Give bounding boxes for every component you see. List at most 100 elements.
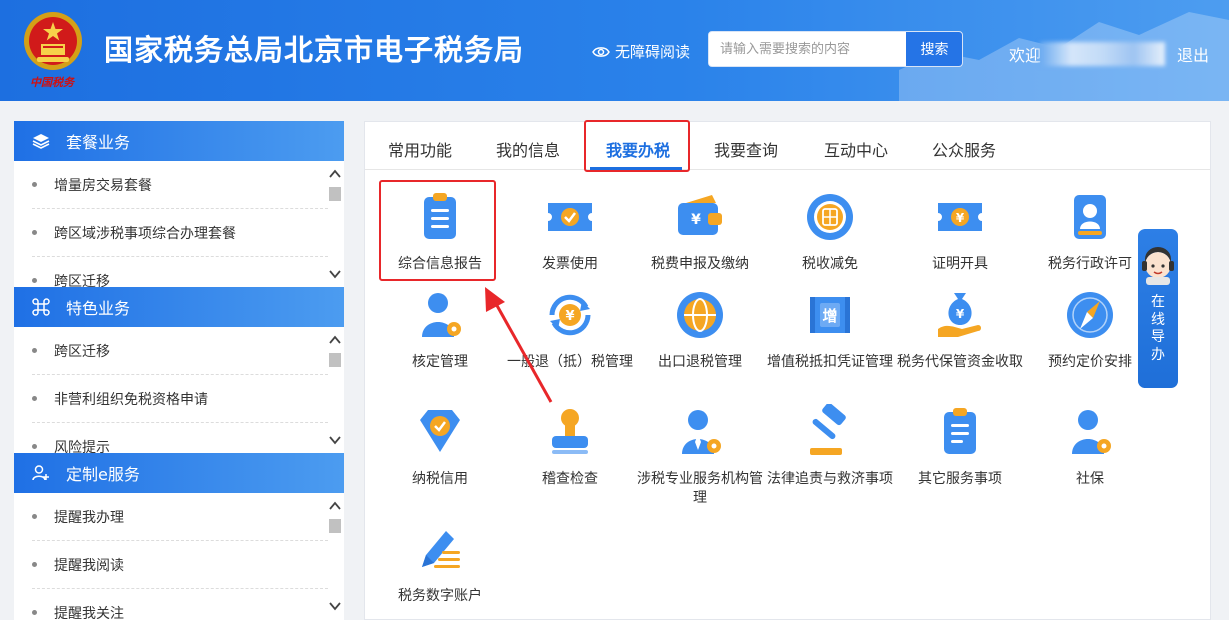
sidebar-item[interactable]: 跨区迁移 <box>32 257 328 288</box>
service-label: 法律追责与救济事项 <box>767 471 893 487</box>
svg-text:¥: ¥ <box>956 307 965 321</box>
ticket-yen-icon: ¥ <box>938 203 982 231</box>
scrollbar-thumb[interactable] <box>329 519 341 533</box>
pen-lines-icon <box>422 531 460 568</box>
scrollbar[interactable] <box>328 493 342 619</box>
vat-ticket-icon: 增 <box>810 297 850 333</box>
sidebar-section-header[interactable]: 定制e服务 <box>14 453 344 493</box>
sidebar-item[interactable]: 跨区迁移 <box>32 327 328 375</box>
tab-my-info[interactable]: 我的信息 <box>496 137 560 161</box>
sidebar-section-list: 跨区迁移 非营利组织免税资格申请 风险提示 <box>14 327 344 453</box>
sidebar-item[interactable]: 提醒我关注 <box>32 589 328 620</box>
sidebar-section-title: 特色业务 <box>66 299 131 318</box>
service-tile[interactable]: 发票使用 <box>505 189 635 274</box>
sidebar-item[interactable]: 跨区域涉税事项综合办理套餐 <box>32 209 328 257</box>
chevron-up-icon[interactable] <box>328 333 342 347</box>
redacted-username <box>1040 42 1165 66</box>
search-box: 搜索 <box>708 31 963 67</box>
service-tile[interactable]: 增 增值税抵扣凭证管理 <box>765 287 895 372</box>
tab-interaction-center[interactable]: 互动中心 <box>824 137 888 161</box>
national-emblem-icon <box>24 12 82 70</box>
service-tile[interactable]: ¥ 税费申报及缴纳 <box>635 189 765 274</box>
scrollbar[interactable] <box>328 161 342 287</box>
chevron-up-icon[interactable] <box>328 499 342 513</box>
service-tile[interactable]: 社保 <box>1025 404 1155 489</box>
service-tile[interactable]: 稽查检查 <box>505 404 635 489</box>
search-button[interactable]: 搜索 <box>905 32 962 66</box>
online-guide-char: 办 <box>1151 346 1165 363</box>
chevron-up-icon[interactable] <box>328 167 342 181</box>
service-tile[interactable]: 税收减免 <box>765 189 895 274</box>
service-tile[interactable]: ¥ 一般退（抵）税管理 <box>505 287 635 372</box>
site-title: 国家税务总局北京市电子税务局 <box>104 33 525 67</box>
chevron-down-icon[interactable] <box>328 599 342 613</box>
service-tile[interactable]: 税务数字账户 <box>375 521 505 606</box>
tab-query[interactable]: 我要查询 <box>714 137 778 161</box>
tab-common-functions[interactable]: 常用功能 <box>388 137 452 161</box>
highlight-box <box>379 180 496 281</box>
online-guide-char: 线 <box>1151 311 1165 328</box>
service-tile[interactable]: 涉税专业服务机构管理 <box>635 404 765 508</box>
globe-icon <box>677 292 723 338</box>
header: 中国税务 国家税务总局北京市电子税务局 无障碍阅读 搜索 欢迎 退出 <box>0 0 1229 101</box>
service-label: 证明开具 <box>932 256 988 272</box>
highlight-box <box>584 120 690 172</box>
sidebar-section-title: 定制e服务 <box>66 465 140 484</box>
sidebar-section-header[interactable]: 特色业务 <box>14 287 344 327</box>
user-add-icon <box>32 465 49 481</box>
agent-gear-icon <box>682 410 721 454</box>
service-label: 其它服务事项 <box>918 471 1002 487</box>
scrollbar-thumb[interactable] <box>329 187 341 201</box>
search-input[interactable] <box>709 32 905 66</box>
user-gear-icon <box>422 293 461 337</box>
online-guide-button[interactable]: 在线导办 <box>1138 229 1178 388</box>
sidebar-item[interactable]: 提醒我办理 <box>32 493 328 541</box>
service-label: 稽查检查 <box>542 471 598 487</box>
layers-icon <box>32 134 50 149</box>
service-tile[interactable]: 其它服务事项 <box>895 404 1025 489</box>
diamond-check-icon <box>420 410 460 452</box>
sidebar-section-list: 增量房交易套餐 跨区域涉税事项综合办理套餐 跨区迁移 <box>14 161 344 287</box>
sidebar-section-header[interactable]: 套餐业务 <box>14 121 344 161</box>
service-label: 预约定价安排 <box>1048 354 1132 370</box>
service-tile[interactable]: 核定管理 <box>375 287 505 372</box>
service-label: 社保 <box>1076 471 1104 487</box>
service-tile[interactable]: 预约定价安排 <box>1025 287 1155 372</box>
scrollbar[interactable] <box>328 327 342 453</box>
svg-text:¥: ¥ <box>956 211 965 225</box>
service-tile[interactable]: 税务行政许可 <box>1025 189 1155 274</box>
ticket-check-icon <box>548 203 592 231</box>
online-guide-label: 在线导办 <box>1138 294 1178 364</box>
service-tile[interactable]: ¥ 税务代保管资金收取 <box>895 287 1025 372</box>
chevron-down-icon[interactable] <box>328 267 342 281</box>
chevron-down-icon[interactable] <box>328 433 342 447</box>
refund-yen-icon: ¥ <box>549 294 591 336</box>
service-tile[interactable]: ¥ 证明开具 <box>895 189 1025 274</box>
slogan: 中国税务 <box>30 76 74 89</box>
svg-text:¥: ¥ <box>565 309 574 324</box>
accessibility-link[interactable]: 无障碍阅读 <box>592 41 690 62</box>
service-tile[interactable]: 法律追责与救济事项 <box>765 402 895 489</box>
stamp-icon <box>552 409 588 454</box>
coin-stack-icon <box>807 194 853 240</box>
scrollbar-thumb[interactable] <box>329 353 341 367</box>
sidebar-item[interactable]: 风险提示 <box>32 423 328 454</box>
service-tile[interactable]: 纳税信用 <box>375 404 505 489</box>
sidebar: 套餐业务 增量房交易套餐 跨区域涉税事项综合办理套餐 跨区迁移 特色业务 跨区迁… <box>14 121 344 620</box>
service-tile[interactable]: 出口退税管理 <box>635 287 765 372</box>
service-label: 涉税专业服务机构管理 <box>637 471 763 506</box>
tab-public-service[interactable]: 公众服务 <box>932 137 996 161</box>
sidebar-item[interactable]: 非营利组织免税资格申请 <box>32 375 328 423</box>
service-label: 核定管理 <box>412 354 468 370</box>
service-label: 税收减免 <box>802 256 858 272</box>
accessibility-label: 无障碍阅读 <box>615 43 691 61</box>
service-label: 税务行政许可 <box>1048 256 1132 272</box>
sidebar-item[interactable]: 提醒我阅读 <box>32 541 328 589</box>
welcome-label: 欢迎 <box>1009 46 1042 65</box>
logout-link[interactable]: 退出 <box>1177 42 1209 66</box>
tab-bar: 常用功能 我的信息 我要办税 我要查询 互动中心 公众服务 <box>365 120 1210 172</box>
sidebar-item[interactable]: 增量房交易套餐 <box>32 161 328 209</box>
service-label: 增值税抵扣凭证管理 <box>767 354 893 370</box>
gavel-icon <box>810 402 846 455</box>
service-label: 纳税信用 <box>412 471 468 487</box>
